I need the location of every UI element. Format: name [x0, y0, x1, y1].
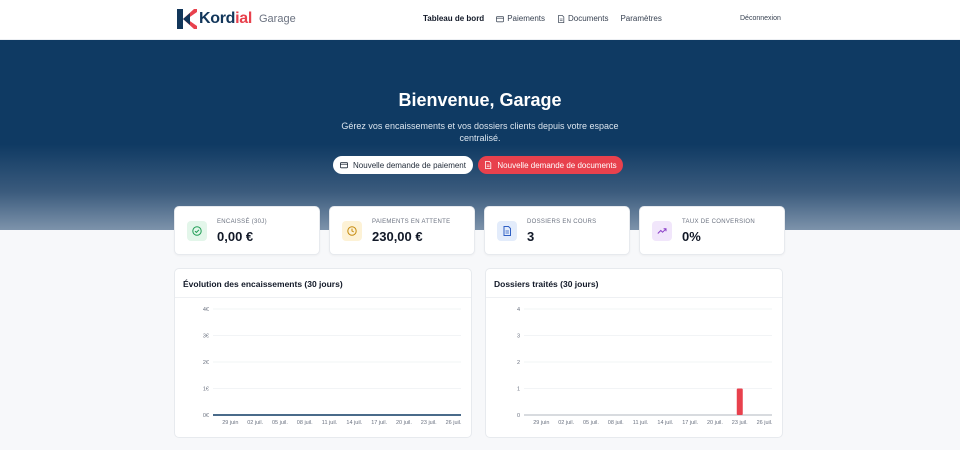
x-tick-label: 14 juil. [657, 420, 673, 426]
nav-dashboard[interactable]: Tableau de bord [423, 14, 484, 23]
x-tick-label: 20 juil. [396, 420, 412, 426]
stat-value: 230,00 € [372, 229, 423, 244]
x-tick-label: 26 juil. [446, 420, 462, 426]
welcome-subtitle: Gérez vos encaissements et vos dossiers … [341, 121, 619, 143]
document-icon [503, 226, 511, 236]
stat-card-conversion-rate: Taux de conversion 0% [639, 206, 785, 255]
stat-icon-box [652, 221, 672, 241]
x-tick-label: 05 juil. [583, 420, 599, 426]
x-tick-label: 11 juil. [633, 420, 649, 426]
x-tick-label: 23 juil. [732, 420, 748, 426]
nav-settings[interactable]: Paramètres [620, 14, 661, 23]
x-tick-label: 23 juil. [421, 420, 437, 426]
y-tick-label: 4 [517, 307, 520, 313]
x-tick-label: 26 juil. [757, 420, 773, 426]
main-nav: Tableau de bord Paiements Documents Para… [423, 14, 662, 23]
document-icon [485, 161, 492, 169]
chart-title: Évolution des encaissements (30 jours) [183, 279, 343, 289]
space-name: Garage [259, 13, 296, 25]
x-tick-label: 29 juin [222, 420, 238, 426]
stat-card-collected: Encaissé (30j) 0,00 € [174, 206, 320, 255]
x-tick-label: 05 juil. [272, 420, 288, 426]
stat-card-pending-payments: Paiements en attente 230,00 € [329, 206, 475, 255]
x-tick-label: 20 juil. [707, 420, 723, 426]
stat-label: Paiements en attente [372, 219, 451, 225]
y-tick-label: 1 [517, 387, 520, 393]
hero-banner: Bienvenue, Garage Gérez vos encaissement… [0, 40, 960, 230]
y-tick-label: 0€ [203, 413, 209, 419]
document-icon [558, 14, 565, 23]
x-tick-label: 08 juil. [297, 420, 313, 426]
collections-chart-panel: Évolution des encaissements (30 jours) 0… [174, 268, 472, 438]
x-tick-label: 11 juil. [322, 420, 338, 426]
y-tick-label: 3 [517, 334, 520, 340]
stat-label: Taux de conversion [682, 219, 755, 225]
stat-value: 0% [682, 229, 701, 244]
y-tick-label: 1€ [203, 387, 209, 393]
credit-card-icon [496, 15, 505, 22]
x-tick-label: 02 juil. [247, 420, 263, 426]
divider [486, 297, 782, 298]
files-bar-chart: 0 1 2 3 4 29 juin 02 juil. 05 juil. 08 juil. 11 j… [517, 307, 773, 426]
new-documents-request-button[interactable]: Nouvelle demande de documents [478, 156, 623, 174]
stat-value: 3 [527, 229, 535, 244]
trending-up-icon [657, 228, 667, 234]
x-tick-label: 02 juil. [558, 420, 574, 426]
chart-title: Dossiers traités (30 jours) [494, 279, 599, 289]
stat-icon-box [342, 221, 362, 241]
y-tick-label: 2 [517, 360, 520, 366]
check-circle-icon [192, 226, 202, 236]
x-tick-label: 08 juil. [608, 420, 624, 426]
new-payment-request-button[interactable]: Nouvelle demande de paiement [333, 156, 473, 174]
x-tick-label: 14 juil. [346, 420, 362, 426]
stat-label: Dossiers en cours [527, 219, 597, 225]
logo-text: Kordial [199, 10, 253, 27]
stat-icon-box [497, 221, 517, 241]
kordial-logo-icon [177, 9, 197, 29]
welcome-title: Bienvenue, Garage [398, 90, 562, 110]
nav-documents[interactable]: Documents [557, 14, 608, 23]
x-tick-label: 17 juil. [682, 420, 698, 426]
x-tick-label: 17 juil. [371, 420, 387, 426]
credit-card-icon [340, 162, 349, 169]
divider [175, 297, 471, 298]
kordial-logo[interactable]: Kordial [177, 9, 252, 29]
bar [736, 388, 743, 415]
x-tick-label: 29 juin [533, 420, 549, 426]
clock-icon [347, 226, 357, 236]
collections-line-chart: 0€ 1€ 2€ 3€ 4€ 29 juin 02 juil. 05 juil. 08 juil… [203, 307, 462, 426]
files-chart-panel: Dossiers traités (30 jours) 0 1 2 3 4 29 juin… [485, 268, 783, 438]
stat-card-open-files: Dossiers en cours 3 [484, 206, 630, 255]
y-tick-label: 3€ [203, 334, 209, 340]
logout-link[interactable]: Déconnexion [740, 15, 781, 22]
y-tick-label: 4€ [203, 307, 209, 313]
stat-label: Encaissé (30j) [217, 219, 267, 225]
y-tick-label: 0 [517, 413, 520, 419]
stat-icon-box [187, 221, 207, 241]
nav-payments[interactable]: Paiements [496, 14, 545, 23]
y-tick-label: 2€ [203, 360, 209, 366]
top-navbar: Kordial Garage Tableau de bord Paiements… [0, 0, 960, 40]
stats-row: Encaissé (30j) 0,00 € Paiements en atten… [174, 206, 785, 255]
stat-value: 0,00 € [217, 229, 254, 244]
